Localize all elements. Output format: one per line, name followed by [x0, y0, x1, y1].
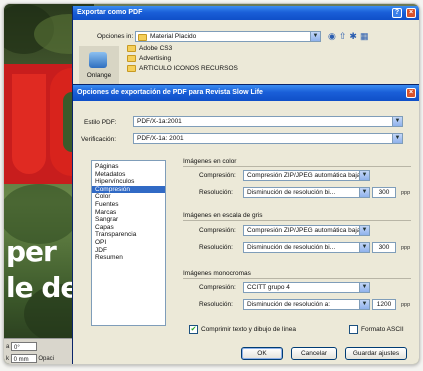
chevron-down-icon[interactable]: ▼: [310, 32, 320, 41]
list-item[interactable]: ARTICULO ICONOS RECURSOS: [127, 64, 387, 74]
toolbar-icons: ◉⇧✱▦: [328, 31, 371, 42]
chevron-down-icon[interactable]: ▼: [392, 117, 402, 126]
category-item-transparencia[interactable]: Transparencia: [92, 231, 165, 239]
chevron-down-icon[interactable]: ▼: [359, 188, 369, 197]
poster-text-line: per: [6, 235, 57, 268]
chevron-down-icon[interactable]: ▼: [359, 171, 369, 180]
rotation-field[interactable]: a 0°: [6, 342, 38, 352]
color-resolution-select[interactable]: Disminución de resolución bi... ▼: [243, 187, 370, 198]
gray-images-title: Imágenes en escala de gris: [183, 212, 263, 219]
save-settings-button[interactable]: Guardar ajustes: [345, 347, 407, 360]
compression-label: Compresión:: [199, 284, 236, 291]
unit-label: ppp: [401, 245, 411, 251]
category-item-capas[interactable]: Capas: [92, 224, 165, 232]
category-item-marcas[interactable]: Marcas: [92, 209, 165, 217]
category-item-paginas[interactable]: Páginas: [92, 163, 165, 171]
back-icon[interactable]: ◉: [328, 31, 339, 41]
screenshot-frame: per le de a 0° k 0 mm Opaci Exportar com…: [3, 3, 420, 365]
place-label[interactable]: Onlange: [79, 72, 119, 79]
divider: [183, 220, 411, 221]
category-list: Páginas Metadatos Hipervínculos Compresi…: [91, 160, 166, 326]
category-item-fuentes[interactable]: Fuentes: [92, 201, 165, 209]
mono-compression-select[interactable]: CCITT grupo 4 ▼: [243, 282, 370, 293]
chevron-down-icon[interactable]: ▼: [359, 300, 369, 309]
color-dpi-input[interactable]: 300: [372, 187, 396, 198]
unit-label: ppp: [401, 190, 411, 196]
folder-icon: [127, 65, 136, 72]
style-label: Estilo PDF:: [84, 119, 117, 126]
pdf-options-dialog: Opciones de exportación de PDF para Revi…: [72, 84, 419, 364]
lookin-label: Opciones in:: [97, 33, 134, 40]
category-item-resumen[interactable]: Resumen: [92, 254, 165, 262]
mono-images-title: Imágenes monocromas: [183, 270, 251, 277]
compress-text-checkbox[interactable]: ✔ Comprimir texto y dibujo de línea: [189, 325, 296, 334]
new-folder-icon[interactable]: ✱: [349, 31, 360, 41]
list-item[interactable]: Adobe CS3: [127, 44, 387, 54]
ascii-format-checkbox[interactable]: Formato ASCII: [349, 325, 404, 334]
category-item-metadatos[interactable]: Metadatos: [92, 171, 165, 179]
cancel-button[interactable]: Cancelar: [291, 347, 337, 360]
color-images-title: Imágenes en color: [183, 158, 237, 165]
compression-label: Compresión:: [199, 227, 236, 234]
folder-icon: [127, 55, 136, 62]
gray-compression-select[interactable]: Compresión ZIP/JPEG automática baja ▼: [243, 225, 370, 236]
compression-label: Compresión:: [199, 172, 236, 179]
close-button[interactable]: ×: [406, 8, 416, 18]
export-dialog-titlebar: Exportar como PDF ? ×: [73, 6, 419, 20]
category-item-color[interactable]: Color: [92, 193, 165, 201]
resolution-label: Resolución:: [199, 301, 233, 308]
stroke-field[interactable]: k 0 mm Opaci: [6, 354, 54, 364]
checkmark-icon[interactable]: ✔: [189, 325, 198, 334]
options-dialog-titlebar: Opciones de exportación de PDF para Revi…: [73, 85, 419, 101]
mono-dpi-input[interactable]: 1200: [372, 299, 396, 310]
list-item[interactable]: Advertising: [127, 54, 387, 64]
gray-resolution-select[interactable]: Disminución de resolución bi... ▼: [243, 242, 370, 253]
help-button[interactable]: ?: [392, 8, 402, 18]
file-list: Adobe CS3 Advertising ARTICULO ICONOS RE…: [127, 44, 387, 74]
chevron-down-icon[interactable]: ▼: [359, 243, 369, 252]
options-dialog-title: Opciones de exportación de PDF para Revi…: [77, 89, 263, 96]
poster-red-letter: [12, 74, 46, 174]
chevron-down-icon[interactable]: ▼: [359, 226, 369, 235]
up-folder-icon[interactable]: ⇧: [339, 31, 350, 41]
poster-text-line: le de: [6, 271, 79, 304]
export-dialog-title: Exportar como PDF: [77, 9, 143, 16]
divider: [183, 166, 411, 167]
close-button[interactable]: ×: [406, 88, 416, 98]
category-item-sangrar[interactable]: Sangrar: [92, 216, 165, 224]
lookin-select[interactable]: Material Placido ▼: [135, 31, 321, 42]
ok-button[interactable]: OK: [241, 347, 283, 360]
color-compression-select[interactable]: Compresión ZIP/JPEG automática baja ▼: [243, 170, 370, 181]
divider: [183, 278, 411, 279]
chevron-down-icon[interactable]: ▼: [392, 134, 402, 143]
chevron-down-icon[interactable]: ▼: [359, 283, 369, 292]
view-menu-icon[interactable]: ▦: [360, 31, 372, 41]
folder-icon: [138, 34, 147, 41]
folder-icon: [127, 45, 136, 52]
pdf-style-select[interactable]: PDF/X-1a:2001 ▼: [133, 116, 403, 127]
mono-resolution-select[interactable]: Disminución de resolución a: ▼: [243, 299, 370, 310]
resolution-label: Resolución:: [199, 244, 233, 251]
verify-label: Verificación:: [81, 136, 117, 143]
category-item-opi[interactable]: OPI: [92, 239, 165, 247]
category-item-jdf[interactable]: JDF: [92, 247, 165, 255]
recent-places-icon[interactable]: [89, 52, 107, 68]
verification-select[interactable]: PDF/X-1a: 2001 ▼: [133, 133, 403, 144]
unit-label: ppp: [401, 302, 411, 308]
category-item-compresion[interactable]: Compresión: [92, 185, 165, 194]
gray-dpi-input[interactable]: 300: [372, 242, 396, 253]
resolution-label: Resolución:: [199, 189, 233, 196]
category-item-hipervinculos[interactable]: Hipervínculos: [92, 178, 165, 186]
